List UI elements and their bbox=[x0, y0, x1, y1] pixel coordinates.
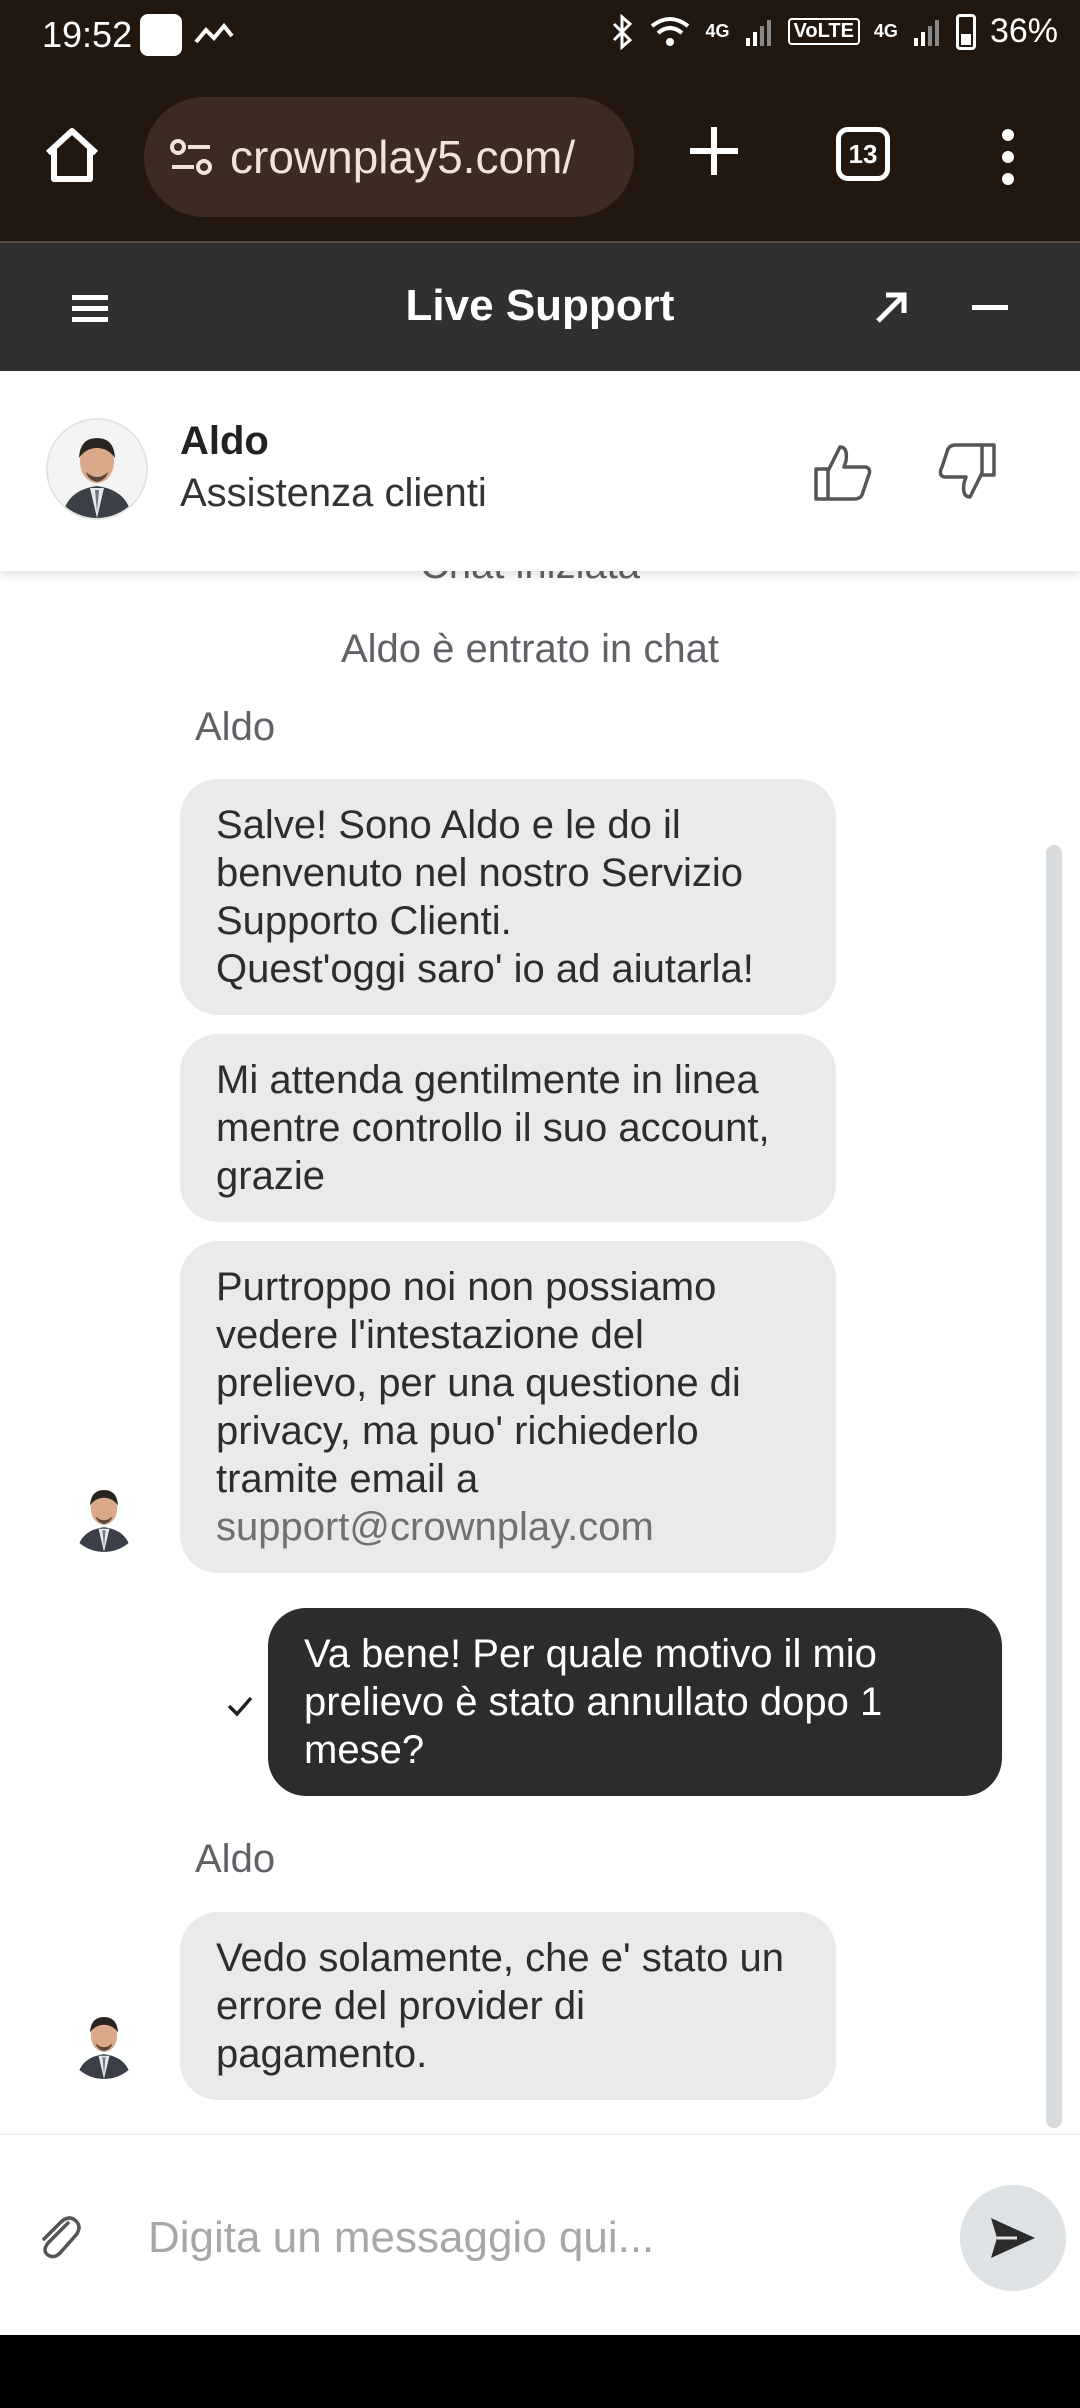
message-input[interactable] bbox=[146, 2195, 930, 2281]
message-text: Salve! Sono Aldo e le do il benvenuto ne… bbox=[216, 803, 743, 943]
status-bar: 19:52 4G VoLTE 4G 36% bbox=[0, 0, 1080, 75]
wifi-icon bbox=[650, 16, 689, 46]
home-icon[interactable] bbox=[40, 123, 104, 187]
system-message-chat-started: Chat iniziata bbox=[0, 571, 1060, 588]
message-text: Purtroppo noi non possiamo vedere l'inte… bbox=[216, 1265, 741, 1501]
agent-avatar bbox=[66, 2003, 142, 2079]
agent-name: Aldo bbox=[180, 419, 269, 463]
agent-role: Assistenza clienti bbox=[180, 471, 487, 515]
paperclip-icon[interactable] bbox=[36, 2211, 82, 2261]
notification-icons bbox=[140, 14, 234, 56]
thumbs-down-icon[interactable] bbox=[936, 441, 998, 503]
browser-toolbar: crownplay5.com/ 13 bbox=[0, 75, 1080, 241]
signal-icon-2 bbox=[913, 19, 939, 46]
sender-name: Aldo bbox=[195, 1837, 276, 1881]
check-icon bbox=[227, 1696, 253, 1717]
message-text: Vedo solamente, che e' stato un errore d… bbox=[216, 1936, 785, 2076]
battery-percent: 36% bbox=[989, 12, 1058, 50]
minimize-icon[interactable] bbox=[972, 305, 1008, 310]
support-email-link[interactable]: support@crownplay.com bbox=[216, 1505, 654, 1549]
network-type-2: 4G bbox=[873, 21, 898, 41]
battery-icon bbox=[955, 13, 976, 50]
new-tab-icon[interactable] bbox=[682, 119, 746, 183]
thumbs-up-icon[interactable] bbox=[812, 441, 874, 503]
sender-name: Aldo bbox=[195, 705, 276, 749]
chat-scrollbar[interactable] bbox=[1046, 845, 1062, 2128]
activity-icon bbox=[194, 22, 234, 44]
agent-avatar bbox=[46, 418, 148, 520]
system-navigation-bar bbox=[0, 2335, 1080, 2408]
agent-info-bar: Aldo Assistenza clienti bbox=[0, 371, 1080, 571]
send-button[interactable] bbox=[960, 2185, 1066, 2291]
message-text: Mi attenda gentilmente in linea mentre c… bbox=[216, 1058, 770, 1198]
chat-messages[interactable]: Chat iniziata Aldo è entrato in chat Ald… bbox=[0, 571, 1080, 2133]
app-notification-icon bbox=[140, 14, 182, 56]
site-settings-icon[interactable] bbox=[166, 132, 216, 182]
live-support-header: Live Support bbox=[0, 241, 1080, 371]
agent-message: Vedo solamente, che e' stato un errore d… bbox=[180, 1912, 836, 2100]
send-icon bbox=[991, 2218, 1035, 2258]
agent-message: Purtroppo noi non possiamo vedere l'inte… bbox=[180, 1241, 836, 1573]
url-text: crownplay5.com/ bbox=[230, 131, 576, 183]
status-time: 19:52 bbox=[42, 14, 133, 55]
status-indicators: 4G VoLTE 4G 36% bbox=[610, 12, 1058, 51]
address-bar[interactable]: crownplay5.com/ bbox=[144, 97, 634, 217]
system-message-agent-joined: Aldo è entrato in chat bbox=[340, 627, 720, 671]
signal-icon bbox=[745, 19, 771, 46]
tab-switcher-button[interactable]: 13 bbox=[836, 127, 890, 181]
bluetooth-icon bbox=[612, 13, 632, 50]
message-text: Quest'oggi saro' io ad aiutarla! bbox=[216, 947, 754, 991]
message-text: Va bene! Per quale motivo il mio preliev… bbox=[304, 1632, 883, 1772]
volte-badge: VoLTE bbox=[787, 18, 860, 45]
agent-avatar bbox=[66, 1476, 142, 1552]
more-options-icon[interactable] bbox=[996, 127, 1020, 187]
user-message: Va bene! Per quale motivo il mio preliev… bbox=[268, 1608, 1002, 1796]
support-title: Live Support bbox=[405, 281, 675, 330]
agent-message: Mi attenda gentilmente in linea mentre c… bbox=[180, 1034, 836, 1222]
expand-arrow-icon[interactable] bbox=[872, 287, 912, 327]
message-composer bbox=[0, 2133, 1080, 2337]
agent-message: Salve! Sono Aldo e le do il benvenuto ne… bbox=[180, 779, 836, 1015]
network-type-1: 4G bbox=[705, 21, 730, 41]
